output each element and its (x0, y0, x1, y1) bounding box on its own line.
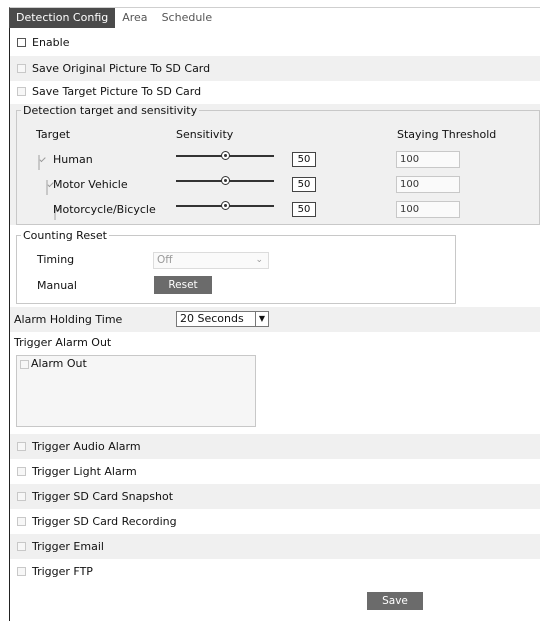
trigger-light-row: Trigger Light Alarm (10, 459, 540, 484)
alarm-holding-label: Alarm Holding Time (14, 313, 123, 326)
motor-vehicle-sensitivity-value[interactable]: 50 (292, 177, 316, 192)
save-target-checkbox[interactable] (17, 87, 26, 96)
enable-checkbox[interactable] (17, 38, 26, 47)
trigger-email-row: Trigger Email (10, 534, 540, 559)
slider-thumb[interactable] (221, 201, 230, 210)
alarm-out-label: Alarm Out (31, 357, 87, 370)
motor-vehicle-sensitivity-slider[interactable] (176, 176, 274, 186)
motor-vehicle-threshold-input[interactable]: 100 (396, 176, 460, 193)
trigger-snapshot-checkbox[interactable] (17, 492, 26, 501)
reset-button[interactable]: Reset (154, 276, 212, 294)
save-target-row: Save Target Picture To SD Card (10, 79, 540, 104)
motorcycle-sensitivity-value[interactable]: 50 (292, 202, 316, 217)
save-original-checkbox[interactable] (17, 64, 26, 73)
human-sensitivity-slider[interactable] (176, 151, 274, 161)
trigger-audio-checkbox[interactable] (17, 442, 26, 451)
trigger-recording-row: Trigger SD Card Recording (10, 509, 540, 534)
alarm-holding-value: 20 Seconds (180, 312, 244, 325)
motor-vehicle-checkbox[interactable] (46, 180, 48, 195)
timing-label: Timing (37, 253, 75, 266)
trigger-audio-row: Trigger Audio Alarm (10, 434, 540, 459)
chevron-down-icon: ▼ (255, 312, 268, 326)
alarm-out-checkbox[interactable] (20, 360, 29, 369)
trigger-recording-label: Trigger SD Card Recording (32, 515, 177, 528)
trigger-email-checkbox[interactable] (17, 542, 26, 551)
trigger-ftp-label: Trigger FTP (32, 565, 93, 578)
timing-select[interactable]: Off ⌄ (153, 252, 269, 269)
save-original-row: Save Original Picture To SD Card (10, 56, 540, 81)
trigger-email-label: Trigger Email (32, 540, 104, 553)
slider-thumb[interactable] (221, 151, 230, 160)
human-checkbox[interactable] (38, 155, 40, 170)
trigger-alarm-out-row: Trigger Alarm Out (10, 330, 540, 355)
save-target-label: Save Target Picture To SD Card (32, 85, 202, 98)
trigger-snapshot-row: Trigger SD Card Snapshot (10, 484, 540, 509)
chevron-down-icon: ⌄ (255, 255, 263, 265)
trigger-snapshot-label: Trigger SD Card Snapshot (32, 490, 174, 503)
tab-bar: Detection Config Area Schedule (9, 8, 219, 28)
human-threshold-input[interactable]: 100 (396, 151, 460, 168)
counting-reset-legend: Counting Reset (23, 229, 107, 242)
trigger-audio-label: Trigger Audio Alarm (32, 440, 141, 453)
human-sensitivity-value[interactable]: 50 (292, 152, 316, 167)
enable-row: Enable (10, 30, 540, 55)
alarm-holding-select[interactable]: 20 Seconds ▼ (176, 311, 269, 327)
motorcycle-sensitivity-slider[interactable] (176, 201, 274, 211)
target-header: Target (36, 128, 71, 141)
save-original-label: Save Original Picture To SD Card (32, 62, 211, 75)
tab-area[interactable]: Area (115, 8, 154, 28)
human-label: Human (53, 153, 93, 166)
save-button[interactable]: Save (367, 592, 423, 610)
trigger-light-checkbox[interactable] (17, 467, 26, 476)
motorcycle-label: Motorcycle/Bicycle (53, 203, 156, 216)
trigger-alarm-out-label: Trigger Alarm Out (14, 336, 112, 349)
threshold-header: Staying Threshold (397, 128, 497, 141)
slider-thumb[interactable] (221, 176, 230, 185)
manual-label: Manual (37, 279, 77, 292)
detection-legend: Detection target and sensitivity (23, 104, 198, 117)
trigger-ftp-checkbox[interactable] (17, 567, 26, 576)
tab-detection-config[interactable]: Detection Config (9, 8, 116, 28)
enable-label: Enable (32, 36, 70, 49)
motor-vehicle-label: Motor Vehicle (53, 178, 128, 191)
sensitivity-header: Sensitivity (176, 128, 234, 141)
timing-select-value: Off (157, 254, 173, 266)
trigger-light-label: Trigger Light Alarm (32, 465, 137, 478)
motorcycle-threshold-input[interactable]: 100 (396, 201, 460, 218)
tab-schedule[interactable]: Schedule (155, 8, 220, 28)
trigger-recording-checkbox[interactable] (17, 517, 26, 526)
trigger-ftp-row: Trigger FTP (10, 559, 540, 584)
alarm-holding-row: Alarm Holding Time (10, 307, 540, 332)
